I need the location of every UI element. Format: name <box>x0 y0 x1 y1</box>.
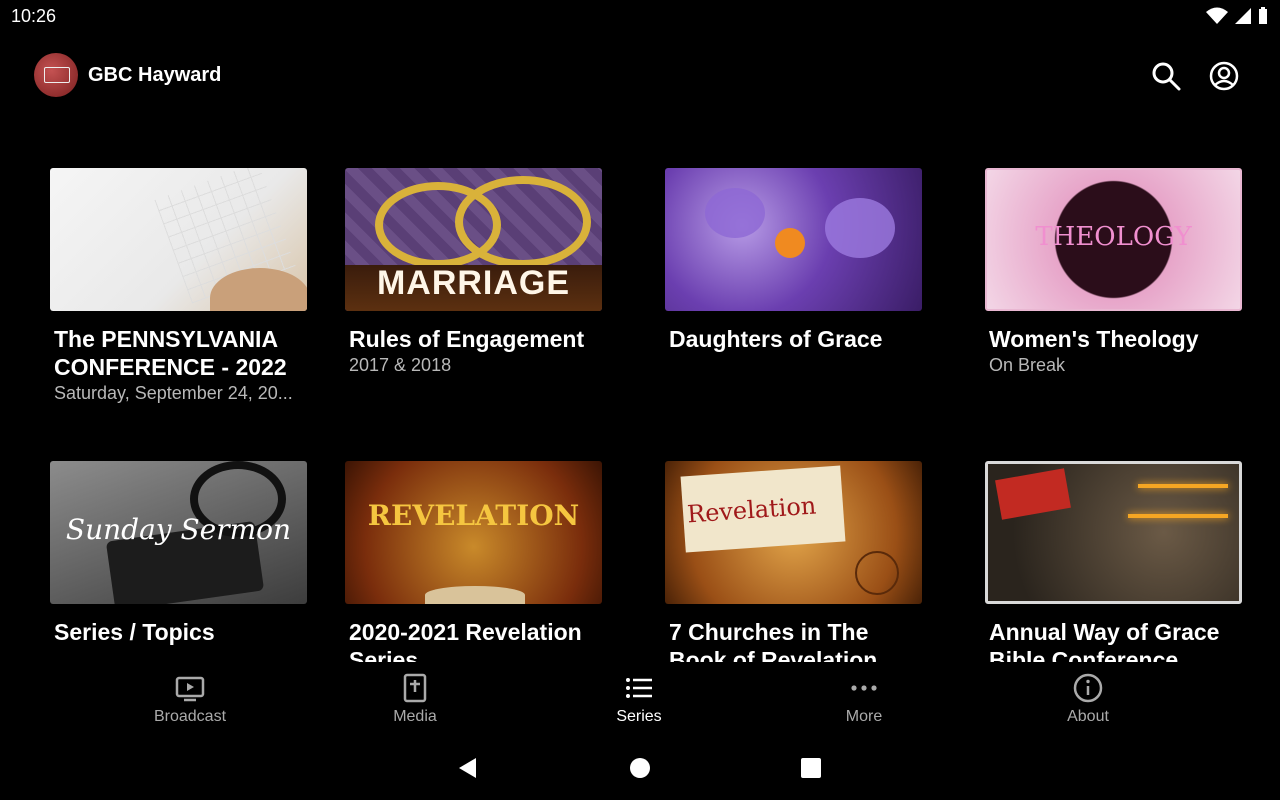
nav-label: Broadcast <box>153 708 227 725</box>
search-icon[interactable] <box>1150 60 1182 92</box>
nav-broadcast[interactable]: Broadcast <box>100 672 280 726</box>
series-thumbnail: THEOLOGY <box>985 168 1242 311</box>
bottom-navigation: Broadcast Media Series More About <box>0 664 1280 744</box>
series-title: 2020-2021 Revelation Series <box>349 619 582 662</box>
battery-icon <box>1259 7 1267 24</box>
series-title: Series / Topics <box>54 619 215 645</box>
series-title: Daughters of Grace <box>669 326 883 352</box>
series-thumbnail: Sunday Sermon <box>50 461 307 604</box>
status-bar: 10:26 <box>0 0 1280 34</box>
list-icon <box>626 678 652 698</box>
series-grid: The PENNSYLVANIA CONFERENCE - 2022 Satur… <box>0 168 1280 662</box>
thumbnail-text: Sunday Sermon <box>65 513 292 546</box>
wifi-icon <box>1206 7 1228 24</box>
nav-about[interactable]: About <box>998 672 1178 726</box>
series-thumbnail <box>665 168 922 311</box>
series-title: Annual Way of Grace Bible Conference <box>989 619 1220 662</box>
series-card[interactable]: Daughters of Grace <box>665 168 922 353</box>
nav-label: Media <box>393 708 437 725</box>
app-bar: GBC Hayward <box>0 48 1280 104</box>
thumbnail-text: REVELATION <box>367 499 580 532</box>
nav-label: About <box>1067 708 1109 725</box>
bible-icon <box>403 673 427 703</box>
nav-label: Series <box>616 708 662 725</box>
home-icon[interactable] <box>628 756 652 780</box>
series-thumbnail <box>50 168 307 311</box>
account-icon[interactable] <box>1208 60 1240 92</box>
nav-more[interactable]: More <box>774 672 954 726</box>
broadcast-icon <box>175 676 205 702</box>
nav-media[interactable]: Media <box>325 672 505 726</box>
app-title: GBC Hayward <box>88 64 222 86</box>
thumbnail-text: THEOLOGY <box>1035 222 1192 252</box>
series-subtitle: On Break <box>989 355 1066 375</box>
nav-series[interactable]: Series <box>549 672 729 726</box>
nav-label: More <box>845 708 883 725</box>
series-title: Women's Theology <box>989 326 1199 352</box>
more-icon <box>851 685 877 691</box>
series-card[interactable]: Annual Way of Grace Bible Conference <box>985 461 1242 662</box>
series-title: 7 Churches in The Book of Revelation <box>669 619 878 662</box>
series-subtitle: Saturday, September 24, 20... <box>54 383 293 403</box>
series-card[interactable]: REVELATION 2020-2021 Revelation Series <box>345 461 602 662</box>
info-icon <box>1073 673 1103 703</box>
recents-icon[interactable] <box>799 756 823 780</box>
back-icon[interactable] <box>456 756 480 780</box>
series-card[interactable]: The PENNSYLVANIA CONFERENCE - 2022 Satur… <box>50 168 307 404</box>
thumbnail-text: MARRIAGE <box>376 264 571 302</box>
series-thumbnail: MARRIAGE <box>345 168 602 311</box>
series-title: Rules of Engagement <box>349 326 585 352</box>
system-navigation <box>0 744 1280 800</box>
signal-icon <box>1235 8 1251 24</box>
series-card[interactable]: MARRIAGE Rules of Engagement 2017 & 2018 <box>345 168 602 376</box>
series-thumbnail: REVELATION <box>345 461 602 604</box>
series-title: The PENNSYLVANIA CONFERENCE - 2022 <box>54 326 287 380</box>
series-card[interactable]: Revelation 7 Churches in The Book of Rev… <box>665 461 922 662</box>
church-logo <box>34 53 78 97</box>
status-icons <box>1206 7 1268 25</box>
series-card[interactable]: THEOLOGY Women's Theology On Break <box>985 168 1242 376</box>
series-thumbnail: Revelation <box>665 461 922 604</box>
series-card[interactable]: Sunday Sermon Series / Topics <box>50 461 307 646</box>
status-time: 10:26 <box>11 6 57 26</box>
series-subtitle: 2017 & 2018 <box>349 355 452 375</box>
series-thumbnail <box>985 461 1242 604</box>
